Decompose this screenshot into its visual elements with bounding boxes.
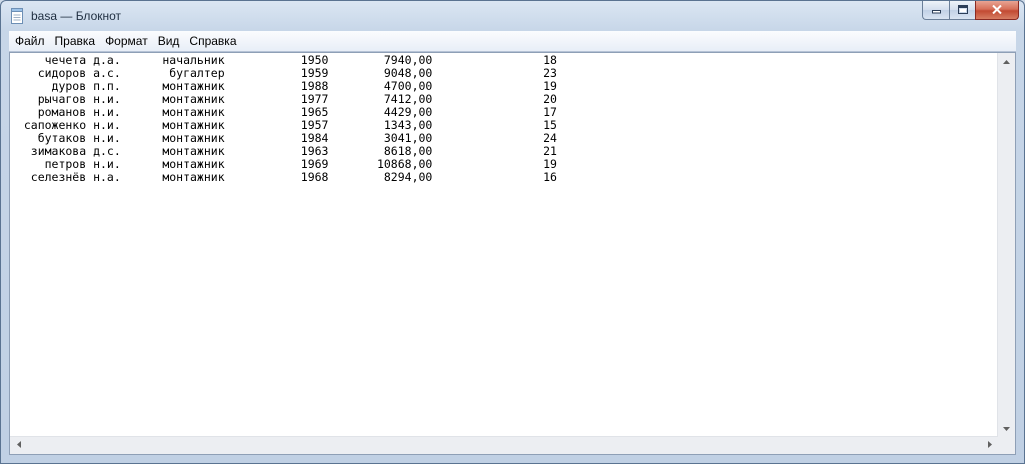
menu-bar: Файл Правка Формат Вид Справка <box>9 31 1016 52</box>
text-line: селезнёв н.а. монтажник 1968 8294,00 16 <box>10 170 557 184</box>
arrow-up-icon <box>1003 57 1010 66</box>
horizontal-scrollbar[interactable] <box>10 436 998 454</box>
minimize-button[interactable] <box>922 1 949 20</box>
scrollbar-corner <box>998 437 1015 454</box>
menu-format[interactable]: Формат <box>100 31 153 51</box>
text-editor[interactable]: чечета д.а. начальник 1950 7940,00 18 си… <box>9 52 1016 455</box>
arrow-right-icon <box>987 441 992 450</box>
close-button[interactable] <box>975 1 1019 20</box>
menu-edit[interactable]: Правка <box>50 31 101 51</box>
scroll-up-button[interactable] <box>998 53 1015 70</box>
menu-help[interactable]: Справка <box>184 31 241 51</box>
arrow-down-icon <box>1003 424 1010 433</box>
maximize-icon <box>957 1 968 19</box>
title-bar[interactable]: basa — Блокнот <box>1 1 1024 31</box>
text-area[interactable]: чечета д.а. начальник 1950 7940,00 18 си… <box>10 53 998 437</box>
menu-view[interactable]: Вид <box>153 31 185 51</box>
vertical-scrollbar[interactable] <box>997 53 1015 437</box>
minimize-icon <box>931 1 941 19</box>
menu-file[interactable]: Файл <box>9 31 50 51</box>
maximize-button[interactable] <box>949 1 975 20</box>
notepad-icon[interactable] <box>10 8 24 24</box>
window-title: basa — Блокнот <box>31 9 122 23</box>
scroll-left-button[interactable] <box>10 437 27 454</box>
caption-buttons <box>922 1 1019 20</box>
arrow-left-icon <box>16 441 21 450</box>
close-icon <box>992 1 1002 19</box>
scroll-down-button[interactable] <box>998 420 1015 437</box>
text-lines: чечета д.а. начальник 1950 7940,00 18 си… <box>10 53 998 184</box>
notepad-window: basa — Блокнот Файл Правка Формат Вид Сп… <box>0 0 1025 464</box>
scroll-right-button[interactable] <box>981 437 998 454</box>
